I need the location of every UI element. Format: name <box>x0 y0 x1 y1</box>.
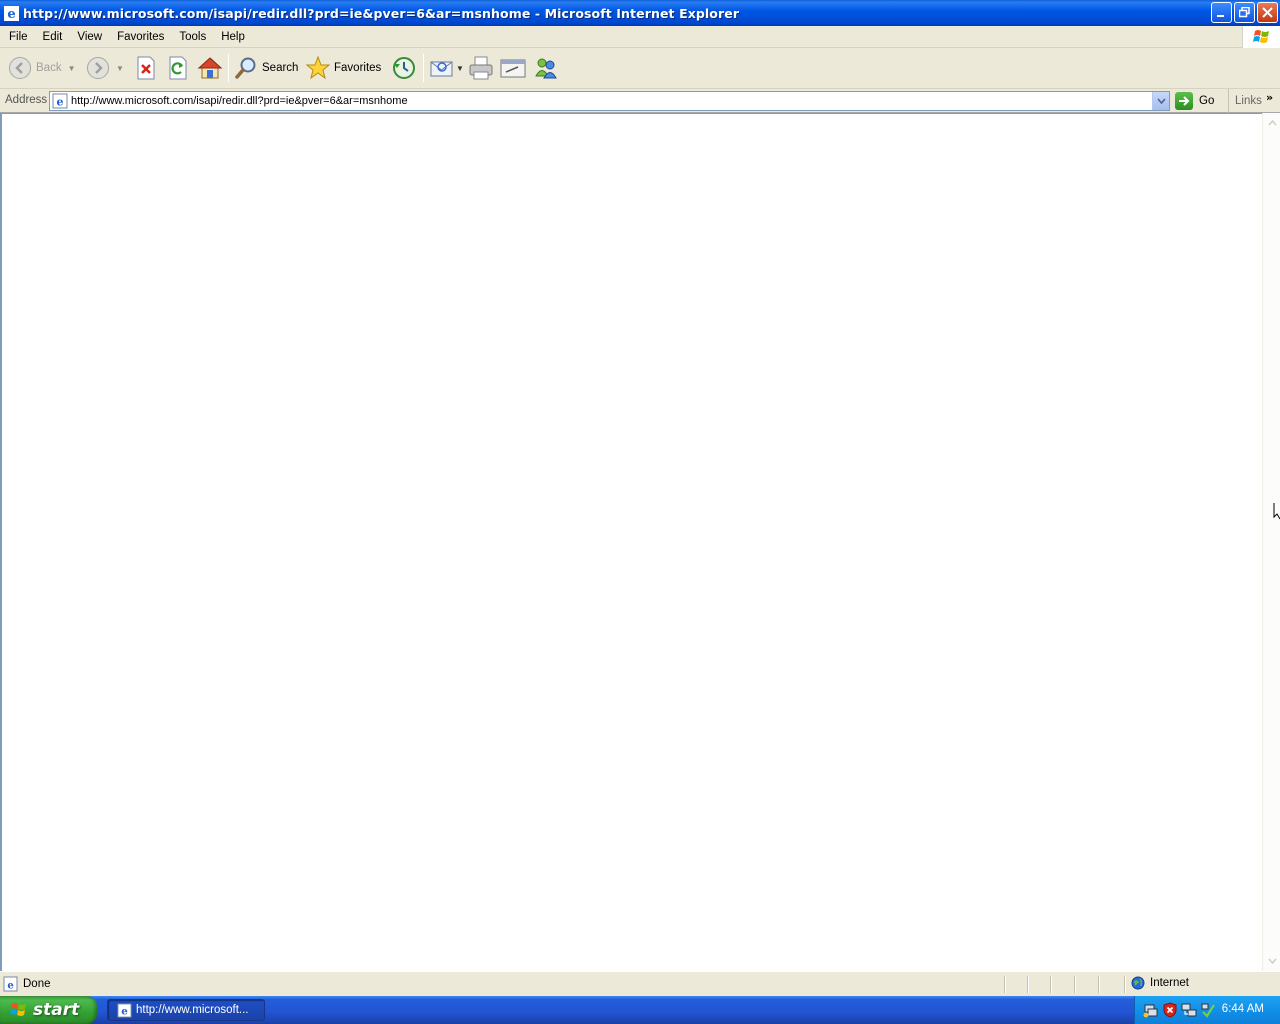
print-icon <box>469 56 493 80</box>
svg-text:e: e <box>57 96 64 109</box>
menu-help[interactable]: Help <box>215 27 251 47</box>
close-button[interactable] <box>1257 2 1278 23</box>
home-button[interactable] <box>197 54 223 82</box>
scroll-down-icon[interactable] <box>1264 953 1280 969</box>
history-icon <box>393 57 415 79</box>
print-button[interactable] <box>469 54 493 82</box>
chevron-down-icon <box>1156 98 1166 104</box>
address-label: Address <box>5 94 48 106</box>
taskbar: start e http://www.microsoft... 6:44 AM <box>0 996 1280 1024</box>
security-zone[interactable]: Internet <box>1131 976 1189 990</box>
home-icon <box>197 57 223 79</box>
scroll-up-icon[interactable] <box>1264 115 1280 131</box>
close-icon <box>1262 7 1273 18</box>
messenger-button[interactable] <box>533 54 559 82</box>
stop-icon <box>137 56 155 80</box>
windows-logo <box>1242 26 1280 48</box>
back-button[interactable]: Back ▼ <box>8 54 76 82</box>
messenger-icon <box>535 58 557 79</box>
security-alert-tray-icon[interactable] <box>1162 1002 1178 1018</box>
forward-dropdown-icon[interactable]: ▼ <box>116 64 124 73</box>
menu-view[interactable]: View <box>71 27 108 47</box>
search-button[interactable]: Search <box>234 54 298 82</box>
network-tray-icon[interactable] <box>1143 1002 1159 1018</box>
page-status-icon: e <box>3 976 18 992</box>
forward-icon <box>87 57 109 79</box>
windows-flag-icon <box>1252 30 1269 43</box>
favorites-label: Favorites <box>334 62 382 74</box>
back-dropdown-icon[interactable]: ▼ <box>68 64 76 73</box>
ie-icon: e <box>117 1002 132 1017</box>
menu-file[interactable]: File <box>3 27 34 47</box>
start-button[interactable]: start <box>0 996 97 1024</box>
vertical-scrollbar[interactable] <box>1262 113 1280 971</box>
edit-icon <box>500 59 526 78</box>
menu-bar: File Edit View Favorites Tools Help <box>0 26 1280 48</box>
connections-tray-icon[interactable] <box>1181 1002 1197 1018</box>
taskbar-item-label: http://www.microsoft... <box>136 1004 249 1016</box>
taskbar-item-ie[interactable]: e http://www.microsoft... <box>107 999 265 1021</box>
go-label: Go <box>1199 95 1215 107</box>
mouse-cursor-icon <box>1273 503 1280 520</box>
menu-favorites[interactable]: Favorites <box>111 27 170 47</box>
windows-flag-icon <box>10 1003 26 1016</box>
refresh-icon <box>169 56 187 80</box>
svg-text:e: e <box>7 981 13 992</box>
address-url[interactable]: http://www.microsoft.com/isapi/redir.dll… <box>71 95 408 107</box>
back-label: Back <box>36 62 62 74</box>
address-dropdown-button[interactable] <box>1152 92 1169 110</box>
title-bar[interactable]: e http://www.microsoft.com/isapi/redir.d… <box>0 0 1280 26</box>
links-chevron-icon[interactable]: » <box>1266 91 1273 104</box>
minimize-button[interactable] <box>1211 2 1232 23</box>
window-title: http://www.microsoft.com/isapi/redir.dll… <box>23 5 740 21</box>
address-bar: Address e http://www.microsoft.com/isapi… <box>0 89 1280 113</box>
mail-icon <box>430 61 453 77</box>
page-content[interactable] <box>0 113 1262 971</box>
refresh-button[interactable] <box>167 54 189 82</box>
zone-label: Internet <box>1150 977 1189 989</box>
stop-button[interactable] <box>135 54 157 82</box>
globe-icon <box>1131 976 1145 990</box>
go-button[interactable]: Go <box>1175 91 1214 111</box>
menu-tools[interactable]: Tools <box>173 27 212 47</box>
favorites-button[interactable]: Favorites <box>306 54 381 82</box>
start-label: start <box>33 1000 80 1020</box>
page-ie-icon: e <box>52 93 68 109</box>
mail-dropdown-icon[interactable]: ▼ <box>456 64 464 73</box>
minimize-icon <box>1217 15 1224 17</box>
favorites-star-icon <box>306 56 330 80</box>
status-text: Done <box>23 978 51 990</box>
go-arrow-icon <box>1175 92 1193 110</box>
history-button[interactable] <box>391 54 417 82</box>
menu-edit[interactable]: Edit <box>37 27 69 47</box>
search-label: Search <box>262 62 299 74</box>
edit-button[interactable] <box>500 54 526 82</box>
address-input[interactable]: e http://www.microsoft.com/isapi/redir.d… <box>49 91 1170 111</box>
system-tray: 6:44 AM <box>1134 996 1280 1024</box>
restore-button[interactable] <box>1234 2 1255 23</box>
svg-text:e: e <box>7 7 15 21</box>
back-icon <box>9 57 31 79</box>
svg-text:e: e <box>121 1005 128 1017</box>
restore-icon <box>1239 7 1250 18</box>
search-icon <box>235 57 256 79</box>
links-label: Links <box>1235 95 1262 107</box>
links-button[interactable]: Links <box>1228 89 1262 113</box>
clock[interactable]: 6:44 AM <box>1222 1003 1264 1015</box>
status-bar: e Done Internet <box>0 971 1280 996</box>
standard-toolbar: Back ▼ ▼ Search Favorites ▼ <box>0 48 1280 89</box>
forward-button[interactable]: ▼ <box>86 54 124 82</box>
ie-window-icon[interactable]: e <box>3 5 19 21</box>
safely-remove-tray-icon[interactable] <box>1200 1002 1216 1018</box>
mail-button[interactable]: ▼ <box>430 54 464 82</box>
